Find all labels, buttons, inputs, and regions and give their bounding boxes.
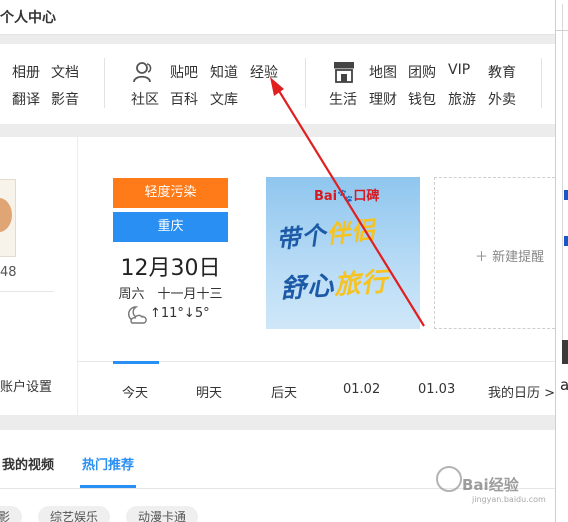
nav-item-media[interactable]: 影音 — [51, 89, 79, 109]
profile-count: 48 — [0, 265, 17, 280]
date-display: 12月30日 — [120, 256, 221, 281]
temperature-row: ↑11°↓5° — [126, 305, 236, 325]
moon-cloud-icon — [128, 306, 147, 324]
nav-separator — [541, 58, 542, 108]
lunar-date: 周六 十一月十三 — [118, 287, 223, 302]
nav-item-album[interactable]: 相册 — [12, 62, 40, 82]
new-reminder-label: ＋ 新建提醒 — [475, 250, 545, 265]
right-sidebar: a — [555, 0, 568, 522]
nav-item-zhidao[interactable]: 知道 — [210, 62, 238, 82]
nav-item-takeout[interactable]: 外卖 — [488, 89, 516, 109]
service-nav: 相册 文档 翻译 影音 社区 贴吧 知道 经验 百科 文库 生活 地图 团购 V… — [0, 44, 555, 124]
community-icon[interactable] — [132, 60, 156, 84]
nav-item-translate[interactable]: 翻译 — [12, 89, 40, 109]
nav-item-baike[interactable]: 百科 — [170, 89, 198, 109]
nav-item-documents[interactable]: 文档 — [51, 62, 79, 82]
nav-item-map[interactable]: 地图 — [369, 62, 397, 82]
nav-item-wallet[interactable]: 钱包 — [408, 89, 436, 109]
nav-item-tieba[interactable]: 贴吧 — [170, 62, 198, 82]
sidebar-divider — [556, 30, 568, 31]
tab-my-video[interactable]: 我的视频 — [2, 454, 54, 473]
category-pill-anime[interactable]: 动漫卡通 — [126, 506, 199, 522]
tab-tomorrow[interactable]: 明天 — [196, 382, 222, 401]
page-title: 个人中心 — [0, 10, 56, 26]
nav-item-wenku[interactable]: 文库 — [210, 89, 238, 109]
sidebar-link-marker[interactable] — [564, 236, 568, 246]
nav-item-vip[interactable]: VIP — [448, 62, 470, 78]
baidu-koubei-logo: Bai🐾口碑 — [314, 189, 380, 204]
tab-date-0103[interactable]: 01.03 — [418, 382, 455, 397]
sidebar-link-marker[interactable] — [564, 190, 568, 200]
sidebar-block — [562, 340, 568, 364]
temperature: ↑11°↓5° — [150, 306, 210, 321]
paw-icon — [436, 466, 462, 492]
tab-date-0102[interactable]: 01.02 — [343, 382, 380, 397]
active-tab-indicator — [113, 361, 159, 364]
avatar[interactable] — [0, 179, 16, 257]
category-pill-variety[interactable]: 综艺娱乐 — [38, 506, 111, 522]
banner-line-1: 带个伴侣 — [274, 214, 378, 255]
nav-separator — [104, 58, 105, 108]
account-settings-link[interactable]: 账户设置 — [0, 376, 52, 395]
nav-item-education[interactable]: 教育 — [488, 62, 516, 82]
banner-line-2: 舒心旅行 — [279, 267, 390, 305]
nav-item-travel[interactable]: 旅游 — [448, 89, 476, 109]
nav-item-groupbuy[interactable]: 团购 — [408, 62, 436, 82]
nav-item-community[interactable]: 社区 — [131, 89, 159, 109]
scroll-track[interactable] — [562, 4, 563, 344]
new-reminder-box[interactable]: ＋ 新建提醒 — [434, 177, 555, 329]
nav-separator — [305, 58, 306, 108]
store-icon[interactable] — [331, 60, 357, 84]
profile-card: 48 账户设置 — [0, 137, 77, 415]
calendar-card: 轻度污染 重庆 12月30日 周六 十一月十三 ↑11°↓5° Bai🐾口碑 带… — [78, 137, 555, 415]
profile-divider — [0, 291, 54, 292]
city-badge[interactable]: 重庆 — [113, 212, 228, 242]
tab-my-calendar[interactable]: 我的日历 > — [488, 382, 555, 401]
tab-today[interactable]: 今天 — [122, 382, 148, 401]
air-quality-badge: 轻度污染 — [113, 178, 228, 208]
nav-item-jingyan[interactable]: 经验 — [250, 62, 278, 82]
day-tabs: 今天 明天 后天 01.02 01.03 我的日历 > — [78, 361, 555, 415]
category-pill-movie[interactable]: 影 — [0, 506, 23, 522]
tab-hot-recommend[interactable]: 热门推荐 — [82, 454, 134, 473]
nav-item-finance[interactable]: 理财 — [369, 89, 397, 109]
top-bar: 个人中心 — [0, 0, 555, 35]
watermark-logo: Bai经验 jingyan.baidu.com — [432, 462, 562, 510]
promo-banner[interactable]: Bai🐾口碑 带个伴侣 舒心旅行 — [266, 177, 420, 329]
sidebar-char: a — [560, 376, 568, 394]
tab-day-after[interactable]: 后天 — [271, 382, 297, 401]
nav-item-life[interactable]: 生活 — [329, 89, 357, 109]
